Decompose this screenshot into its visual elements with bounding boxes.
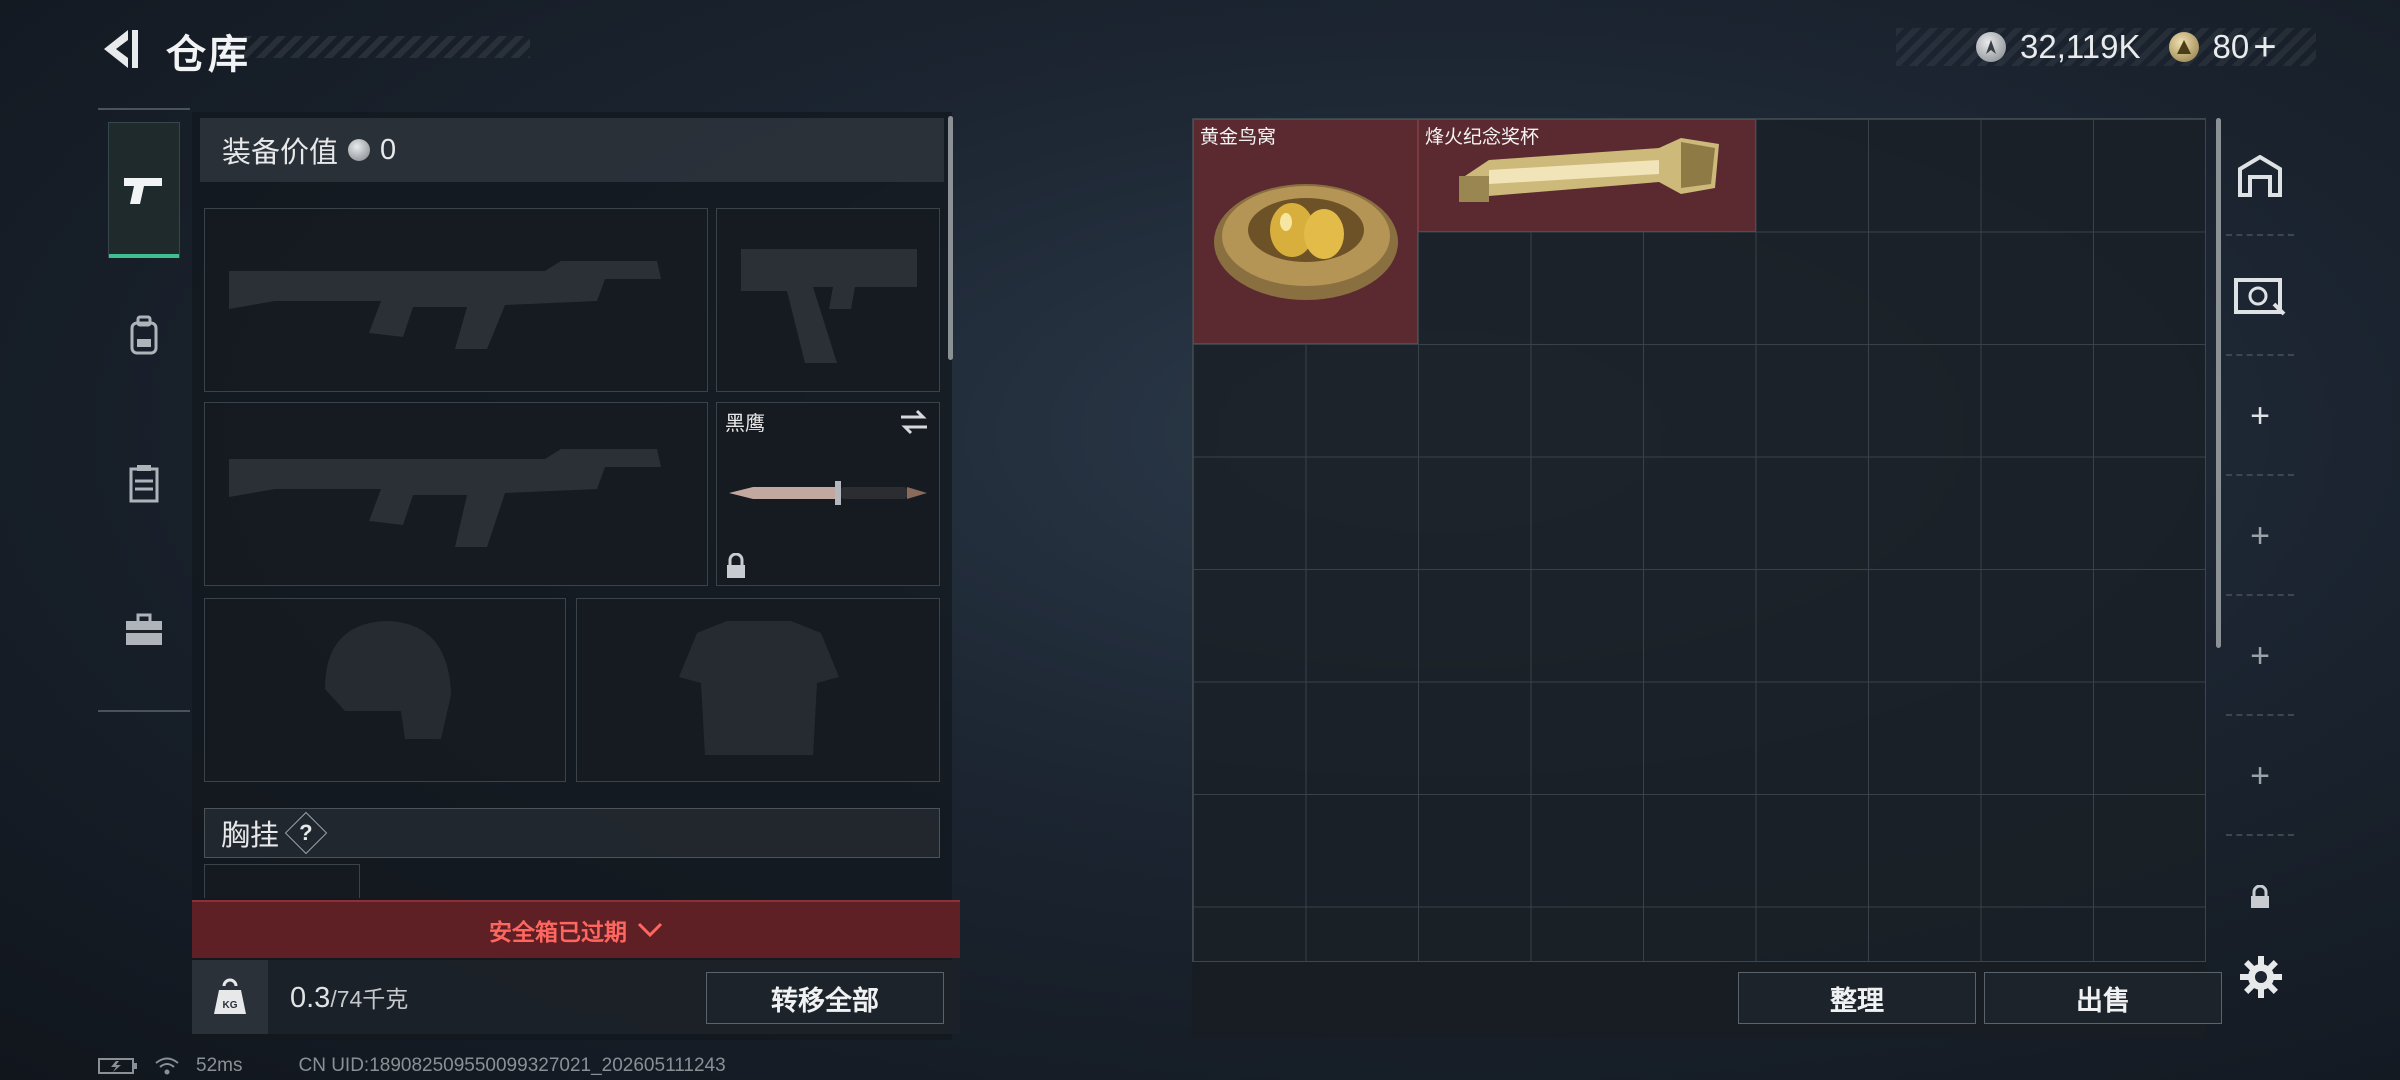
safe-box-icon <box>2234 278 2286 316</box>
pistol-placeholder-icon <box>741 249 917 363</box>
stash-item-golden-nest[interactable]: 黄金鸟窝 <box>1193 119 1418 344</box>
status-bar: 52ms CN UID:1890825095500993270​21_20260… <box>98 1054 726 1078</box>
title-decoration <box>244 36 530 58</box>
back-button[interactable] <box>96 24 142 74</box>
gold-amount: 80 <box>2212 28 2250 65</box>
equipment-value-row: 装备价值 0 <box>200 118 944 182</box>
category-weapons[interactable] <box>108 122 180 258</box>
swap-icon[interactable] <box>899 409 929 435</box>
add-page-button[interactable]: + <box>2226 358 2294 476</box>
pistol-slot[interactable] <box>716 208 940 392</box>
knife-icon <box>729 481 927 505</box>
stash-scrollbar[interactable] <box>2216 118 2221 648</box>
uid-readout: CN UID:1890825095500993270​21_2026051112… <box>298 1055 726 1076</box>
help-icon[interactable]: ? <box>284 811 328 855</box>
briefcase-icon <box>126 613 162 645</box>
pistol-icon <box>124 178 162 204</box>
helmet-slot[interactable] <box>204 598 566 782</box>
warehouse-icon <box>2238 155 2282 197</box>
locked-page[interactable] <box>2226 838 2294 956</box>
category-backpack[interactable] <box>108 268 180 404</box>
equipment-value-label: 装备价值 <box>222 137 339 169</box>
lock-icon <box>727 553 745 578</box>
stash-page-rail: + + + + <box>2226 118 2294 962</box>
chest-rig-slot[interactable] <box>204 864 360 898</box>
secondary-weapon-slot[interactable] <box>204 402 708 586</box>
melee-slot[interactable]: 黑鹰 <box>716 402 940 586</box>
ping-readout: 52ms <box>196 1055 243 1076</box>
silver-amount: 32,119K <box>2020 28 2141 65</box>
sell-button[interactable]: 出售 <box>1984 972 2222 1024</box>
chest-rig-row[interactable]: 胸挂 ? <box>204 808 940 858</box>
chevron-down-icon <box>637 922 663 938</box>
melee-slot-label: 黑鹰 <box>725 413 765 435</box>
stash-item-beacon-trophy[interactable]: 烽火纪念奖杯 <box>1418 119 1756 232</box>
gold-coin-icon <box>2168 32 2199 62</box>
add-page-button[interactable]: + <box>2226 718 2294 836</box>
settings-button[interactable] <box>2236 952 2286 1002</box>
golden-nest-icon <box>1214 184 1398 300</box>
currency-bar: 32,119K 80 + <box>1896 25 2316 69</box>
transfer-all-button[interactable]: 转移全部 <box>706 972 944 1024</box>
weight-current: 0.3 <box>290 981 331 1014</box>
silver-coin-icon <box>1976 32 2006 62</box>
stash-grid[interactable]: 黄金鸟窝 烽火纪念奖杯 <box>1192 118 2206 962</box>
gear-icon <box>2240 956 2282 998</box>
backpack-icon <box>130 315 158 355</box>
primary-weapon-slot[interactable] <box>204 208 708 392</box>
battery-icon <box>98 1058 137 1074</box>
rifle-placeholder-icon <box>229 261 661 349</box>
armor-placeholder-icon <box>679 621 839 755</box>
page-title: 仓库 <box>166 33 250 77</box>
back-arrow-icon <box>104 30 138 68</box>
gold-add-button[interactable]: + <box>2253 25 2276 70</box>
helmet-placeholder-icon <box>325 621 451 739</box>
lock-icon <box>2251 885 2269 908</box>
category-toolbox[interactable] <box>108 562 180 698</box>
category-armor[interactable] <box>108 416 180 552</box>
add-page-button[interactable]: + <box>2226 478 2294 596</box>
safe-box-status: 安全箱已过期 <box>489 919 627 945</box>
vest-icon <box>129 465 159 503</box>
stash-page-2[interactable] <box>2226 238 2294 356</box>
svg-text:KG: KG <box>223 1000 238 1011</box>
item-label: 黄金鸟窝 <box>1200 127 1277 148</box>
category-rail <box>98 108 190 712</box>
rifle-placeholder-icon <box>229 449 661 547</box>
weight-readout: 0.3/74千克 <box>290 980 408 1015</box>
chest-rig-label: 胸挂 <box>221 820 280 852</box>
weight-icon: KG <box>192 960 268 1034</box>
sort-button[interactable]: 整理 <box>1738 972 1976 1024</box>
equipment-scrollbar[interactable] <box>948 116 953 360</box>
stash-page-1[interactable] <box>2226 118 2294 236</box>
armor-slot[interactable] <box>576 598 940 782</box>
stash-action-bar: 整理 出售 <box>1192 962 2222 1038</box>
weight-max: /74千克 <box>330 985 409 1012</box>
item-label: 烽火纪念奖杯 <box>1425 127 1540 148</box>
silver-coin-icon <box>348 139 371 161</box>
safe-box-expired-banner[interactable]: 安全箱已过期 <box>192 900 960 958</box>
weight-bar: KG 0.3/74千克 转移全部 <box>192 960 960 1034</box>
wifi-icon <box>155 1057 179 1075</box>
equipment-value: 0 <box>380 133 397 166</box>
add-page-button[interactable]: + <box>2226 598 2294 716</box>
